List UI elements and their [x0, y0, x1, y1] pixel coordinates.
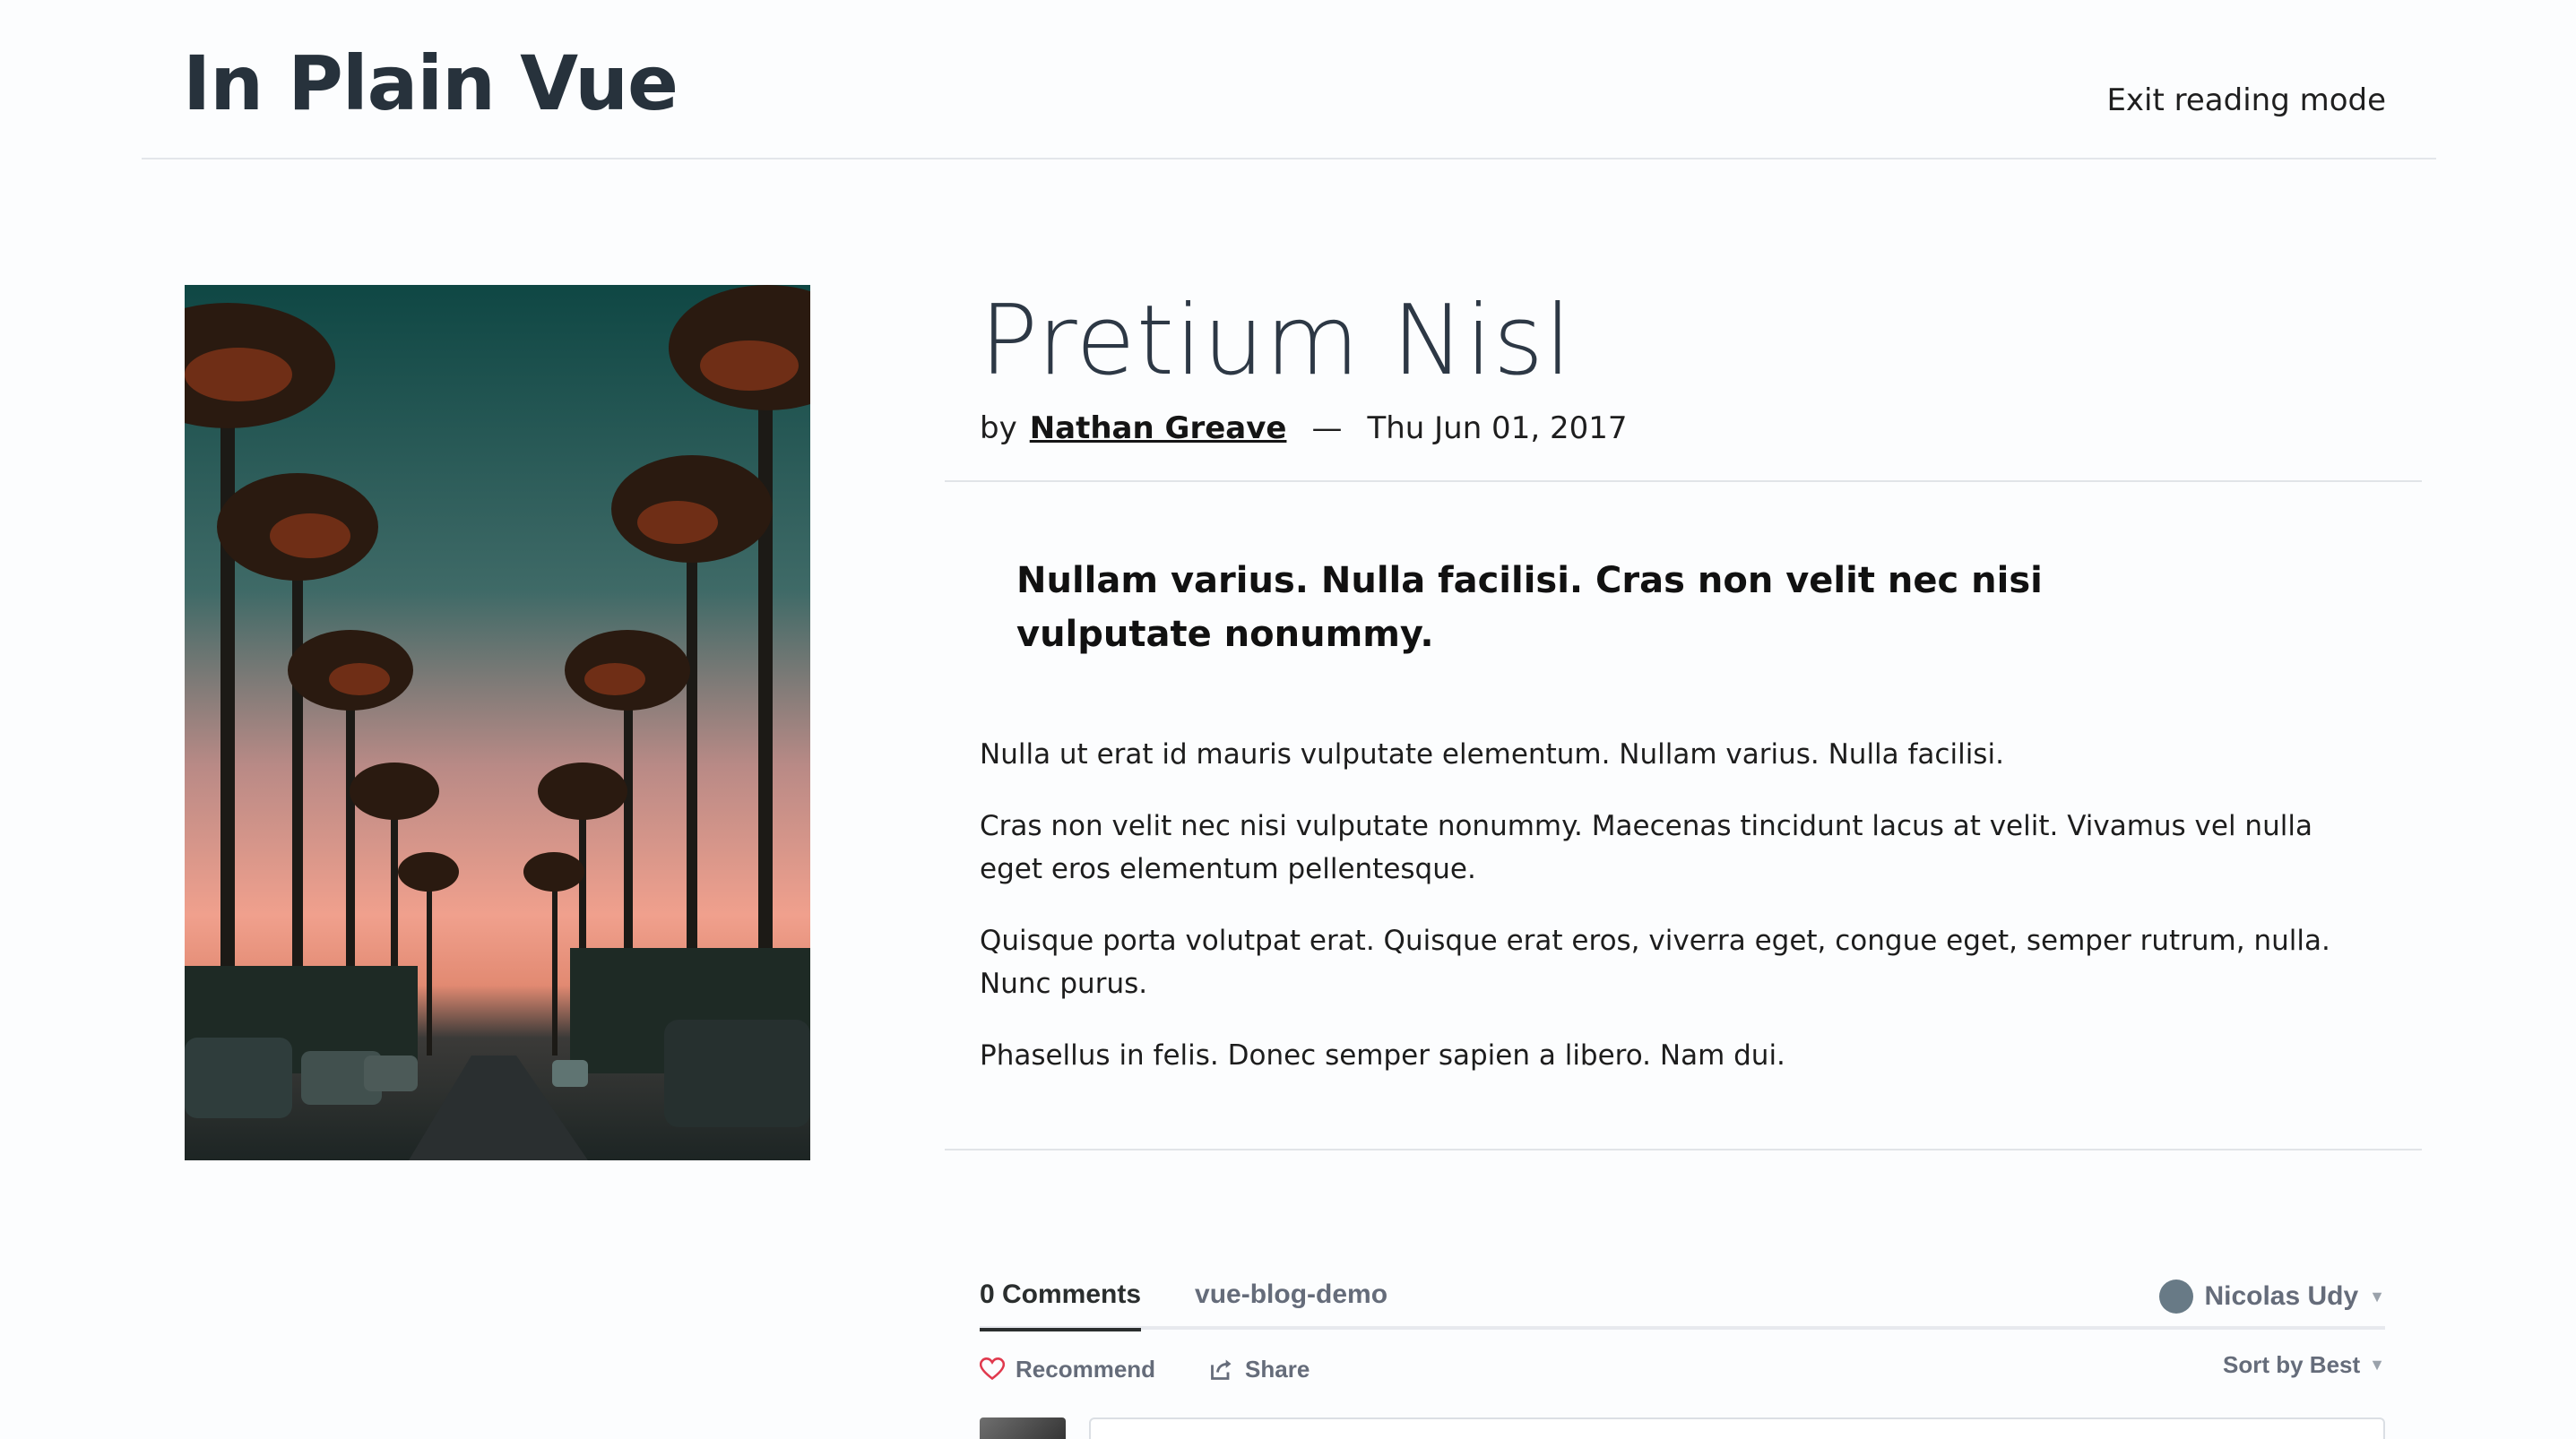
post-lede: Nullam varius. Nulla facilisi. Cras non … — [1016, 560, 2043, 655]
page: In Plain Vue Exit reading mode Pretium N… — [0, 0, 2576, 1439]
comments-widget: 0 Comments vue-blog-demo Nicolas Udy ▼ R… — [980, 1263, 2385, 1439]
tab-forum[interactable]: vue-blog-demo — [1195, 1262, 1387, 1328]
post-hero-image — [185, 285, 810, 1160]
site-header: In Plain Vue Exit reading mode — [142, 0, 2436, 159]
share-button[interactable]: Share — [1209, 1356, 1310, 1383]
post-paragraph: Nulla ut erat id mauris vulputate elemen… — [980, 738, 2004, 771]
site-title[interactable]: In Plain Vue — [183, 39, 679, 127]
share-label: Share — [1245, 1355, 1310, 1383]
comments-tabs: 0 Comments vue-blog-demo Nicolas Udy ▼ — [980, 1262, 2385, 1331]
divider-top — [945, 480, 2422, 482]
recommend-label: Recommend — [1016, 1355, 1156, 1383]
byline-separator: — — [1311, 410, 1343, 446]
post-body: Nulla ut erat id mauris vulputate elemen… — [980, 733, 2369, 1106]
comments-actions: Recommend Share Sort by Best ▼ — [980, 1330, 2385, 1409]
post-title: Pretium Nisl — [980, 285, 1573, 397]
recommend-button[interactable]: Recommend — [980, 1356, 1155, 1383]
post-paragraph: Cras non velit nec nisi vulputate nonumm… — [980, 810, 2312, 885]
user-avatar-icon — [2159, 1280, 2194, 1314]
user-menu[interactable]: Nicolas Udy ▼ — [2159, 1263, 2385, 1330]
post-date: Thu Jun 01, 2017 — [1367, 410, 1628, 446]
sort-dropdown[interactable]: Sort by Best ▼ — [2223, 1351, 2385, 1379]
comment-input[interactable] — [1089, 1417, 2385, 1439]
exit-reading-mode-link[interactable]: Exit reading mode — [2106, 82, 2386, 118]
author-link[interactable]: Nathan Greave — [1030, 410, 1287, 446]
user-name: Nicolas Udy — [2204, 1281, 2359, 1311]
post-paragraph: Quisque porta volutpat erat. Quisque era… — [980, 925, 2330, 1000]
post-paragraph: Phasellus in felis. Donec semper sapien … — [980, 1039, 1785, 1072]
chevron-down-icon: ▼ — [2369, 1287, 2385, 1305]
heart-icon — [980, 1357, 1005, 1381]
share-icon — [1211, 1359, 1232, 1380]
sort-label: Sort by Best — [2223, 1351, 2361, 1378]
avatar — [980, 1417, 1066, 1439]
byline: by Nathan Greave — Thu Jun 01, 2017 — [980, 410, 1627, 446]
palm-street-photo — [185, 285, 810, 1160]
chevron-down-icon: ▼ — [2369, 1356, 2385, 1374]
by-label: by — [980, 410, 1017, 446]
tab-comments-count[interactable]: 0 Comments — [980, 1262, 1142, 1331]
divider-bottom — [945, 1149, 2422, 1150]
